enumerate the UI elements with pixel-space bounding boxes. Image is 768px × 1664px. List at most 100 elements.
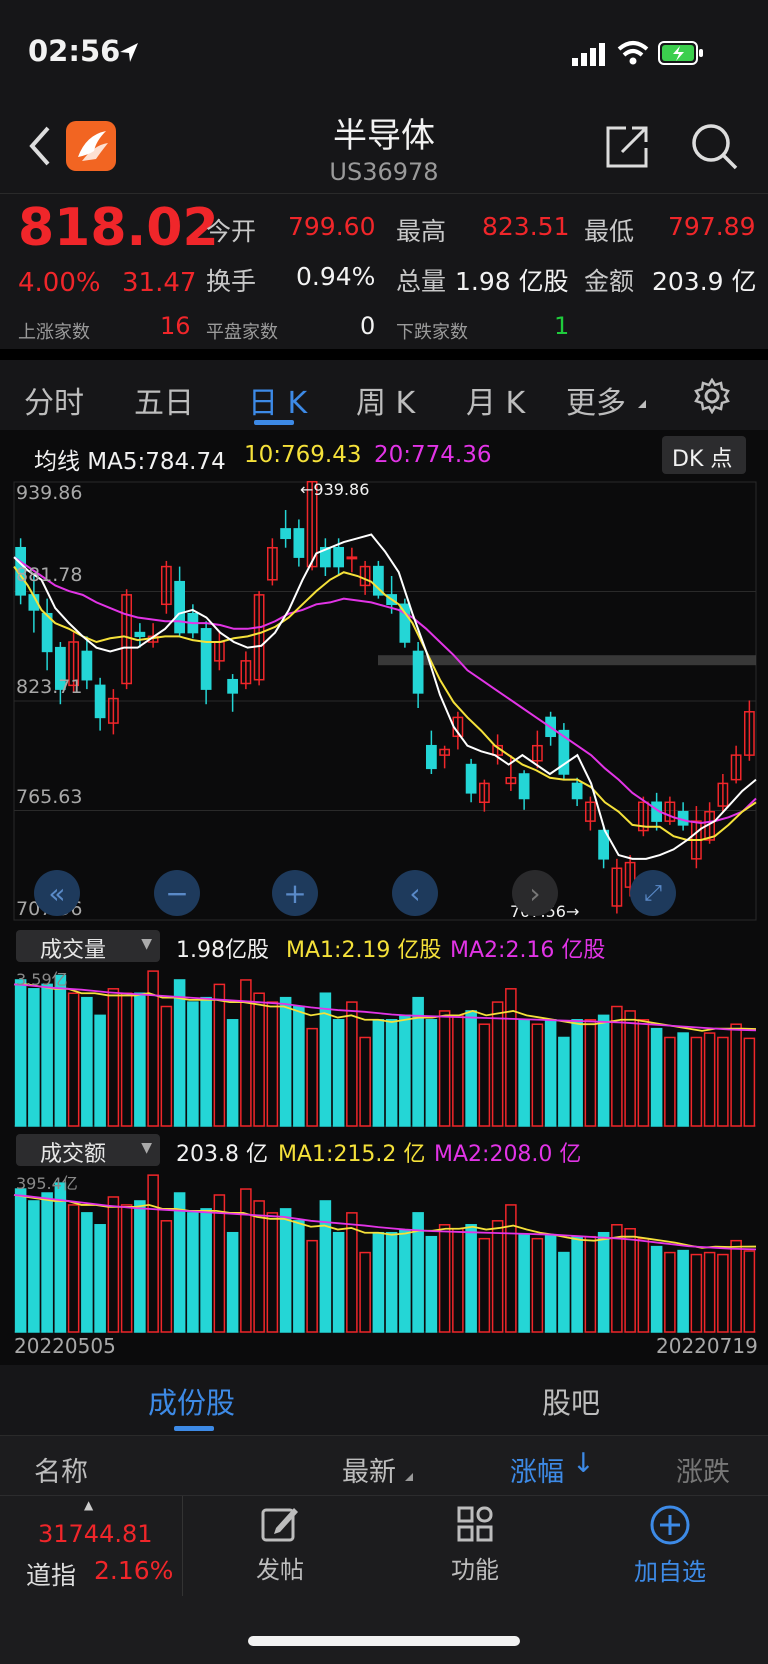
- volume-bar: [94, 1014, 106, 1127]
- amount-bar: [584, 1235, 597, 1333]
- low-label: 最低: [584, 217, 635, 246]
- volume-bar: [346, 1001, 358, 1127]
- amount-bar: [690, 1253, 703, 1333]
- candle-body: [346, 556, 358, 560]
- scroll-left-button[interactable]: ‹: [392, 870, 438, 916]
- tab-constituents[interactable]: 成份股: [148, 1380, 235, 1422]
- index-name: 道指: [26, 1561, 77, 1590]
- candlestick-chart[interactable]: [0, 476, 768, 926]
- dropdown-icon: [638, 400, 646, 408]
- down-count: 1: [554, 312, 570, 340]
- volume-bar: [81, 996, 93, 1127]
- volume-bar: [690, 1036, 703, 1127]
- scroll-left-fast-button[interactable]: «: [34, 870, 80, 916]
- volume-bar: [399, 1014, 411, 1127]
- grid-icon: [457, 1506, 493, 1542]
- amount-bar: [505, 1204, 517, 1333]
- ma-legend-ma5: 均线 MA5:784.74: [34, 449, 226, 475]
- tab-daily-k[interactable]: 日 K: [248, 378, 307, 422]
- amount-bar: [730, 1239, 742, 1333]
- volume-bar: [54, 974, 67, 1127]
- amount-bar: [624, 1227, 636, 1333]
- functions-button[interactable]: 功能: [425, 1504, 525, 1585]
- volume-axis-top: 3.59亿: [16, 970, 68, 989]
- sub-tab-indicator: [174, 1426, 214, 1431]
- scroll-right-button[interactable]: ›: [512, 870, 558, 916]
- share-icon[interactable]: [604, 122, 652, 170]
- price-axis-label: 823.71: [16, 676, 83, 698]
- amount-current: 203.8 亿: [176, 1142, 268, 1167]
- chevron-left-icon: ‹: [409, 876, 421, 910]
- volume-bar: [107, 988, 120, 1127]
- volume-bar: [650, 1027, 663, 1127]
- column-name[interactable]: 名称: [34, 1450, 88, 1489]
- volume-bar: [624, 1010, 636, 1127]
- amount-bar: [478, 1237, 491, 1333]
- volume-bar: [372, 1019, 385, 1127]
- volume-bar: [438, 1010, 451, 1127]
- volume-bar: [465, 1010, 477, 1127]
- post-button[interactable]: 发帖: [230, 1504, 330, 1585]
- amount-indicator-select[interactable]: 成交额 ▼: [16, 1134, 160, 1167]
- stock-code: US36978: [329, 158, 439, 186]
- zoom-out-button[interactable]: −: [154, 870, 200, 916]
- amount-bar: [558, 1251, 570, 1333]
- price-axis-label: 939.86: [16, 482, 83, 504]
- edit-icon: [261, 1508, 298, 1542]
- column-change[interactable]: 涨跌: [676, 1450, 730, 1489]
- index-ticker[interactable]: ▲ 31744.81 道指 2.16%: [0, 1496, 182, 1596]
- ma2-line: [13, 983, 757, 1032]
- chevron-right-icon: ›: [529, 876, 541, 910]
- minus-icon: −: [165, 876, 189, 910]
- amount-ma2: MA2:208.0 亿: [434, 1142, 582, 1167]
- candle-body: [425, 744, 437, 770]
- tab-weekly-k[interactable]: 周 K: [356, 378, 415, 422]
- search-icon[interactable]: [690, 122, 740, 172]
- dk-button[interactable]: DK 点: [662, 436, 746, 474]
- candle-body: [227, 678, 239, 694]
- settings-gear-icon[interactable]: [694, 378, 730, 414]
- volume-bar: [359, 1036, 371, 1127]
- zoom-in-button[interactable]: +: [272, 870, 318, 916]
- amount-bar: [717, 1253, 729, 1333]
- column-change-pct[interactable]: 涨幅: [510, 1450, 564, 1489]
- amount-select-label: 成交额: [40, 1142, 107, 1167]
- amount-bar: [452, 1227, 464, 1333]
- add-watchlist-button[interactable]: 加自选: [620, 1504, 720, 1587]
- tab-monthly-k[interactable]: 月 K: [466, 378, 525, 422]
- volume-bar: [173, 979, 186, 1127]
- amount-bar: [67, 1204, 80, 1333]
- amount-bar: [54, 1182, 67, 1333]
- volume-indicator-select[interactable]: 成交量 ▼: [16, 930, 160, 963]
- amount-bar: [266, 1212, 279, 1333]
- amount-bar: [637, 1237, 650, 1333]
- column-latest[interactable]: 最新: [342, 1450, 396, 1489]
- candle-body: [134, 631, 146, 638]
- open-value: 799.60: [288, 212, 376, 241]
- index-value: 31744.81: [38, 1520, 153, 1548]
- tab-five-day[interactable]: 五日: [134, 378, 194, 422]
- amount-bar: [213, 1194, 226, 1333]
- amount-bar: [147, 1174, 159, 1333]
- amount-chart: [13, 1174, 757, 1333]
- amount-bar: [399, 1229, 411, 1333]
- volume-bar: [120, 992, 133, 1127]
- ma20-line: [13, 556, 757, 825]
- add-watchlist-label: 加自选: [634, 1558, 706, 1586]
- down-count-label: 下跌家数: [396, 322, 468, 343]
- up-count-label: 上涨家数: [18, 322, 90, 343]
- volume-bar: [134, 992, 146, 1127]
- tab-forum[interactable]: 股吧: [542, 1380, 600, 1422]
- amount-bar: [425, 1235, 438, 1333]
- volume-bar: [41, 983, 53, 1127]
- fullscreen-button[interactable]: ⤢: [630, 870, 676, 916]
- volume-bar: [531, 1023, 544, 1127]
- amount-value: 203.9 亿: [652, 267, 757, 296]
- tab-intraday[interactable]: 分时: [24, 378, 84, 422]
- ma1-line: [13, 1194, 757, 1249]
- amount-bar: [293, 1220, 305, 1333]
- amount-bar: [240, 1188, 252, 1333]
- page-title: 半导体: [333, 116, 435, 156]
- tab-more[interactable]: 更多: [566, 378, 626, 422]
- open-label: 今开: [206, 217, 257, 246]
